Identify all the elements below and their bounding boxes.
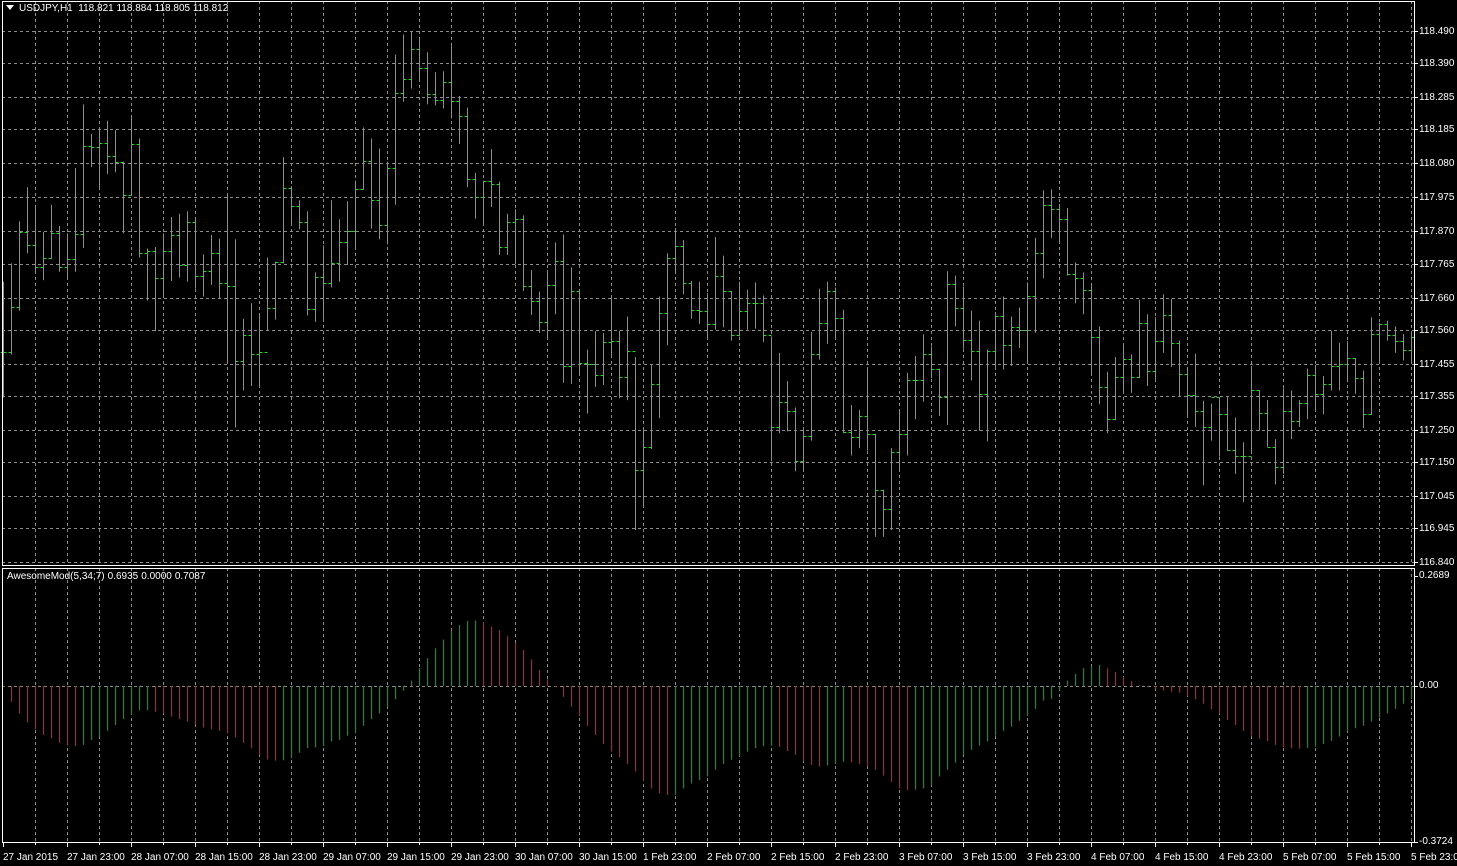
ohlc-low: 118.805	[154, 3, 191, 14]
price-axis-label: 118.390	[1419, 57, 1455, 69]
ohlc-high: 118.884	[116, 3, 152, 14]
indicator-value-2: 0.0000	[141, 571, 172, 582]
price-axis-label: 118.285	[1419, 91, 1455, 103]
indicator-label: AwesomeMod(5,34;7) 0.6935 0.0000 0.7087	[7, 571, 208, 583]
price-axis-label: 117.660	[1419, 292, 1455, 304]
chart-canvas[interactable]	[0, 0, 1457, 866]
time-axis-label: 5 Feb 07:00	[1283, 852, 1337, 863]
time-axis-label: 29 Jan 15:00	[387, 852, 445, 863]
price-axis-label: 117.870	[1419, 225, 1455, 237]
time-axis-label: 2 Feb 23:00	[835, 852, 889, 863]
price-axis-label: 116.840	[1419, 556, 1455, 568]
time-axis-label: 27 Jan 2015	[3, 852, 59, 863]
time-axis-label: 4 Feb 23:00	[1219, 852, 1273, 863]
time-axis-label: 1 Feb 23:00	[643, 852, 697, 863]
ohlc-open: 118.821	[78, 3, 114, 14]
indicator-axis-label: -0.3724	[1419, 836, 1453, 847]
indicator-value-1: 0.6935	[107, 571, 139, 582]
time-axis-label: 3 Feb 07:00	[899, 852, 953, 863]
time-axis-label: 5 Feb 15:00	[1347, 852, 1401, 863]
main-panel-border	[2, 1, 1415, 566]
time-axis-label: 28 Jan 15:00	[195, 852, 253, 863]
symbol-label: USDJPY,H1	[19, 3, 73, 14]
price-axis-label: 117.150	[1419, 456, 1455, 468]
price-axis-label: 118.080	[1419, 157, 1455, 169]
time-axis-label: 5 Feb 23:00	[1411, 852, 1457, 863]
indicator-axis-label: 0.00	[1419, 680, 1439, 691]
indicator-value-3: 0.7087	[174, 571, 206, 582]
price-axis-label: 117.975	[1419, 191, 1455, 203]
time-axis-label: 29 Jan 23:00	[451, 852, 509, 863]
indicator-name: AwesomeMod(5,34;7)	[7, 571, 105, 582]
indicator-axis-label: 0.2689	[1419, 570, 1450, 581]
time-axis-label: 4 Feb 15:00	[1155, 852, 1209, 863]
time-axis-label: 30 Jan 07:00	[515, 852, 573, 863]
time-axis-label: 4 Feb 07:00	[1091, 852, 1145, 863]
price-axis-label: 117.765	[1419, 258, 1455, 270]
ohlc-close: 118.812	[192, 3, 229, 14]
chart-header: USDJPY,H1 118.821 118.884 118.805 118.81…	[6, 3, 228, 15]
time-axis-label: 2 Feb 15:00	[771, 852, 825, 863]
time-axis-label: 28 Jan 23:00	[259, 852, 317, 863]
time-axis-label: 28 Jan 07:00	[131, 852, 189, 863]
price-axis-label: 118.490	[1419, 25, 1455, 37]
price-axis-label: 116.945	[1419, 522, 1455, 534]
time-axis-label: 2 Feb 07:00	[707, 852, 761, 863]
price-axis-label: 117.455	[1419, 358, 1455, 370]
time-axis-label: 3 Feb 23:00	[1027, 852, 1081, 863]
time-axis-label: 29 Jan 07:00	[323, 852, 381, 863]
time-axis-label: 27 Jan 23:00	[67, 852, 125, 863]
price-axis-label: 117.355	[1419, 390, 1455, 402]
price-axis-label: 117.250	[1419, 424, 1455, 436]
price-axis-label: 118.185	[1419, 123, 1455, 135]
time-axis-label: 30 Jan 15:00	[579, 852, 637, 863]
dropdown-triangle-icon[interactable]	[6, 5, 14, 10]
time-axis-label: 3 Feb 15:00	[963, 852, 1017, 863]
chart-frame	[2, 1, 1418, 847]
price-axis-label: 117.045	[1419, 490, 1455, 502]
price-axis-label: 117.560	[1419, 324, 1455, 336]
indicator-panel-border	[2, 568, 1415, 843]
